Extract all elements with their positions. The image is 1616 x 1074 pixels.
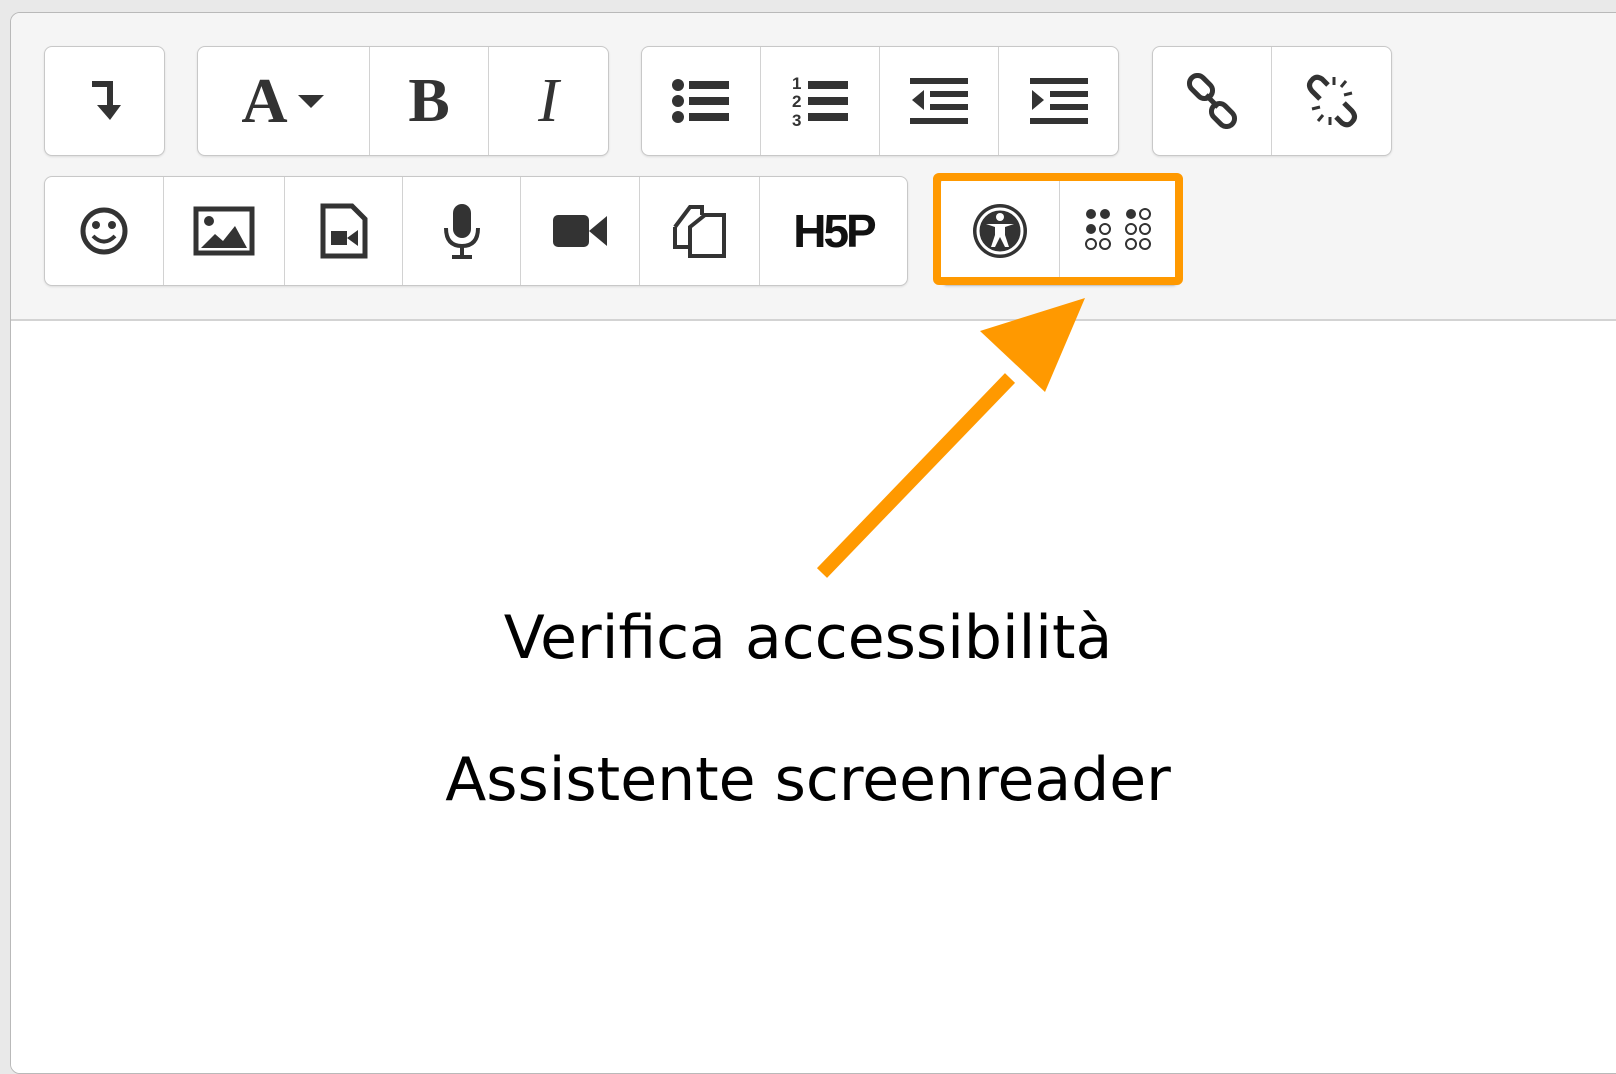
bold-button[interactable]: B [370,47,489,155]
smiley-icon [80,207,128,255]
show-more-buttons-button[interactable] [45,47,164,155]
svg-text:1: 1 [792,74,801,93]
video-camera-icon [553,215,607,247]
manage-files-button[interactable] [640,177,760,285]
editor-content-area[interactable] [11,321,1616,1073]
media-file-icon [320,203,367,259]
toolbar-group-list: 1 2 3 [641,46,1119,156]
toolbar-group-media: H5P [44,176,908,286]
ordered-list-button[interactable]: 1 2 3 [761,47,880,155]
link-icon [1186,73,1238,129]
expand-arrow-icon [91,81,121,120]
unlink-icon [1306,74,1357,128]
svg-text:3: 3 [792,111,801,129]
toolbar-group-links [1152,46,1392,156]
chevron-down-icon [297,95,324,108]
editor-toolbar: A B I 1 2 3 H5P [11,13,1616,321]
h5p-button[interactable]: H5P [760,177,907,285]
numbered-list-icon: 1 2 3 [792,74,848,129]
svg-text:2: 2 [792,92,801,111]
italic-icon: I [538,67,559,135]
accessibility-icon [973,204,1027,258]
microphone-icon [443,204,480,259]
annotation-label-accessibility-checker: Verifica accessibilità [503,603,1113,673]
record-video-button[interactable] [521,177,640,285]
link-button[interactable] [1153,47,1272,155]
outdent-icon [910,78,968,124]
braille-icon [1084,208,1151,250]
text-editor: A B I 1 2 3 H5P [10,12,1616,1074]
screenreader-helper-button[interactable] [1060,177,1179,285]
toolbar-group-expand [44,46,165,156]
indent-button[interactable] [999,47,1118,155]
toolbar-group-style: A B I [197,46,609,156]
font-style-icon: A [241,65,288,136]
bullet-list-icon [672,79,729,123]
italic-button[interactable]: I [489,47,608,155]
h5p-icon: H5P [793,205,877,257]
media-button[interactable] [285,177,403,285]
bold-icon: B [408,67,450,135]
copy-files-icon [672,205,726,258]
outdent-button[interactable] [880,47,999,155]
toolbar-group-accessibility [940,176,1180,286]
accessibility-checker-button[interactable] [941,177,1060,285]
paragraph-styles-button[interactable]: A [198,47,370,155]
image-icon [193,206,255,256]
annotation-label-screenreader-helper: Assistente screenreader [445,745,1171,815]
indent-icon [1029,78,1088,124]
unordered-list-button[interactable] [642,47,761,155]
emoji-button[interactable] [45,177,164,285]
unlink-button[interactable] [1272,47,1391,155]
record-audio-button[interactable] [403,177,521,285]
image-button[interactable] [164,177,285,285]
